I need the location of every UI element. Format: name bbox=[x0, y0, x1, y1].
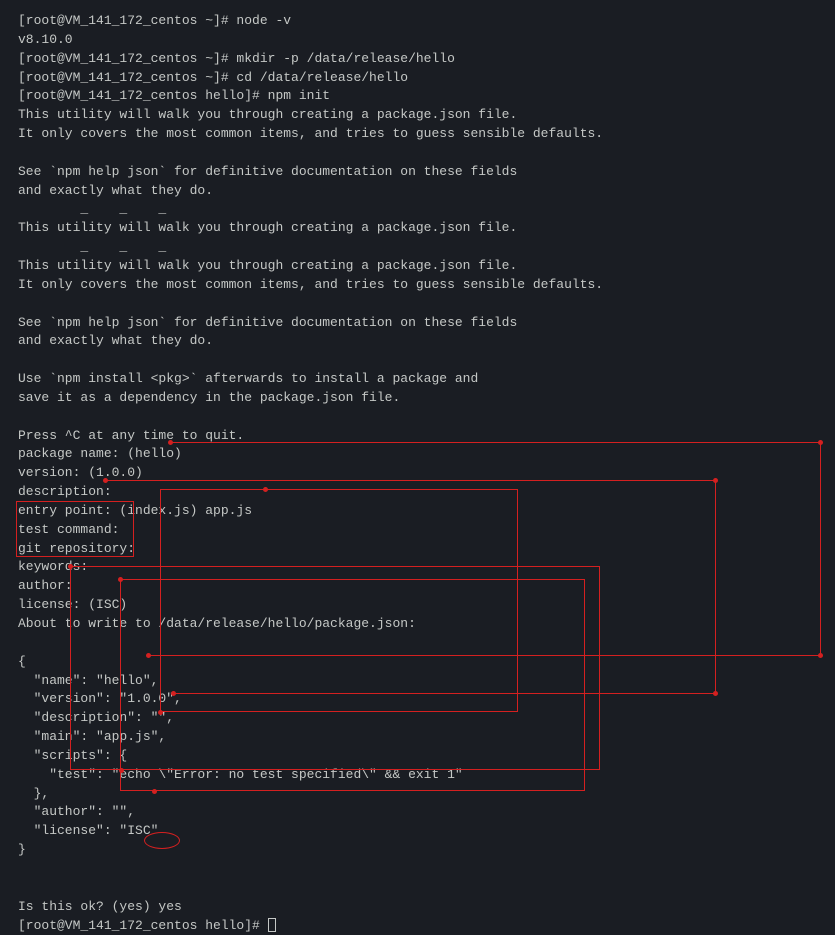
cursor-icon bbox=[268, 918, 276, 932]
line: This utility will walk you through creat… bbox=[18, 219, 817, 238]
line: { bbox=[18, 653, 817, 672]
terminal-output: [root@VM_141_172_centos ~]# node -v v8.1… bbox=[18, 12, 817, 935]
line: Press ^C at any time to quit. bbox=[18, 427, 817, 446]
line: About to write to /data/release/hello/pa… bbox=[18, 615, 817, 634]
line bbox=[18, 144, 817, 163]
line: "author": "", bbox=[18, 803, 817, 822]
line: and exactly what they do. bbox=[18, 332, 817, 351]
line: [root@VM_141_172_centos ~]# node -v bbox=[18, 12, 817, 31]
line: license: (ISC) bbox=[18, 596, 817, 615]
line: "version": "1.0.0", bbox=[18, 690, 817, 709]
line: v8.10.0 bbox=[18, 31, 817, 50]
line: It only covers the most common items, an… bbox=[18, 125, 817, 144]
line: "main": "app.js", bbox=[18, 728, 817, 747]
line bbox=[18, 408, 817, 427]
line: entry point: (index.js) app.js bbox=[18, 502, 817, 521]
line: "scripts": { bbox=[18, 747, 817, 766]
line: keywords: bbox=[18, 558, 817, 577]
line: and exactly what they do. bbox=[18, 182, 817, 201]
line: [root@VM_141_172_centos hello]# npm init bbox=[18, 87, 817, 106]
line: See `npm help json` for definitive docum… bbox=[18, 314, 817, 333]
line bbox=[18, 351, 817, 370]
line: }, bbox=[18, 785, 817, 804]
annotation-line bbox=[820, 442, 821, 655]
line: git repository: bbox=[18, 540, 817, 559]
line: See `npm help json` for definitive docum… bbox=[18, 163, 817, 182]
line bbox=[18, 634, 817, 653]
line: [root@VM_141_172_centos ~]# mkdir -p /da… bbox=[18, 50, 817, 69]
prompt-line[interactable]: [root@VM_141_172_centos hello]# bbox=[18, 917, 817, 935]
line: } bbox=[18, 841, 817, 860]
line: _ _ _ bbox=[18, 238, 817, 257]
line: version: (1.0.0) bbox=[18, 464, 817, 483]
annotation-endpoint bbox=[818, 653, 823, 658]
line: _ _ _ bbox=[18, 200, 817, 219]
line: test command: bbox=[18, 521, 817, 540]
line: description: bbox=[18, 483, 817, 502]
line: "test": "echo \"Error: no test specified… bbox=[18, 766, 817, 785]
line: "description": "", bbox=[18, 709, 817, 728]
line: Use `npm install <pkg>` afterwards to in… bbox=[18, 370, 817, 389]
line bbox=[18, 295, 817, 314]
line: It only covers the most common items, an… bbox=[18, 276, 817, 295]
line: [root@VM_141_172_centos ~]# cd /data/rel… bbox=[18, 69, 817, 88]
line: Is this ok? (yes) yes bbox=[18, 898, 817, 917]
line: author: bbox=[18, 577, 817, 596]
line: package name: (hello) bbox=[18, 445, 817, 464]
line: This utility will walk you through creat… bbox=[18, 106, 817, 125]
line: "license": "ISC" bbox=[18, 822, 817, 841]
line: This utility will walk you through creat… bbox=[18, 257, 817, 276]
line: "name": "hello", bbox=[18, 672, 817, 691]
line: save it as a dependency in the package.j… bbox=[18, 389, 817, 408]
line bbox=[18, 860, 817, 879]
annotation-endpoint bbox=[818, 440, 823, 445]
